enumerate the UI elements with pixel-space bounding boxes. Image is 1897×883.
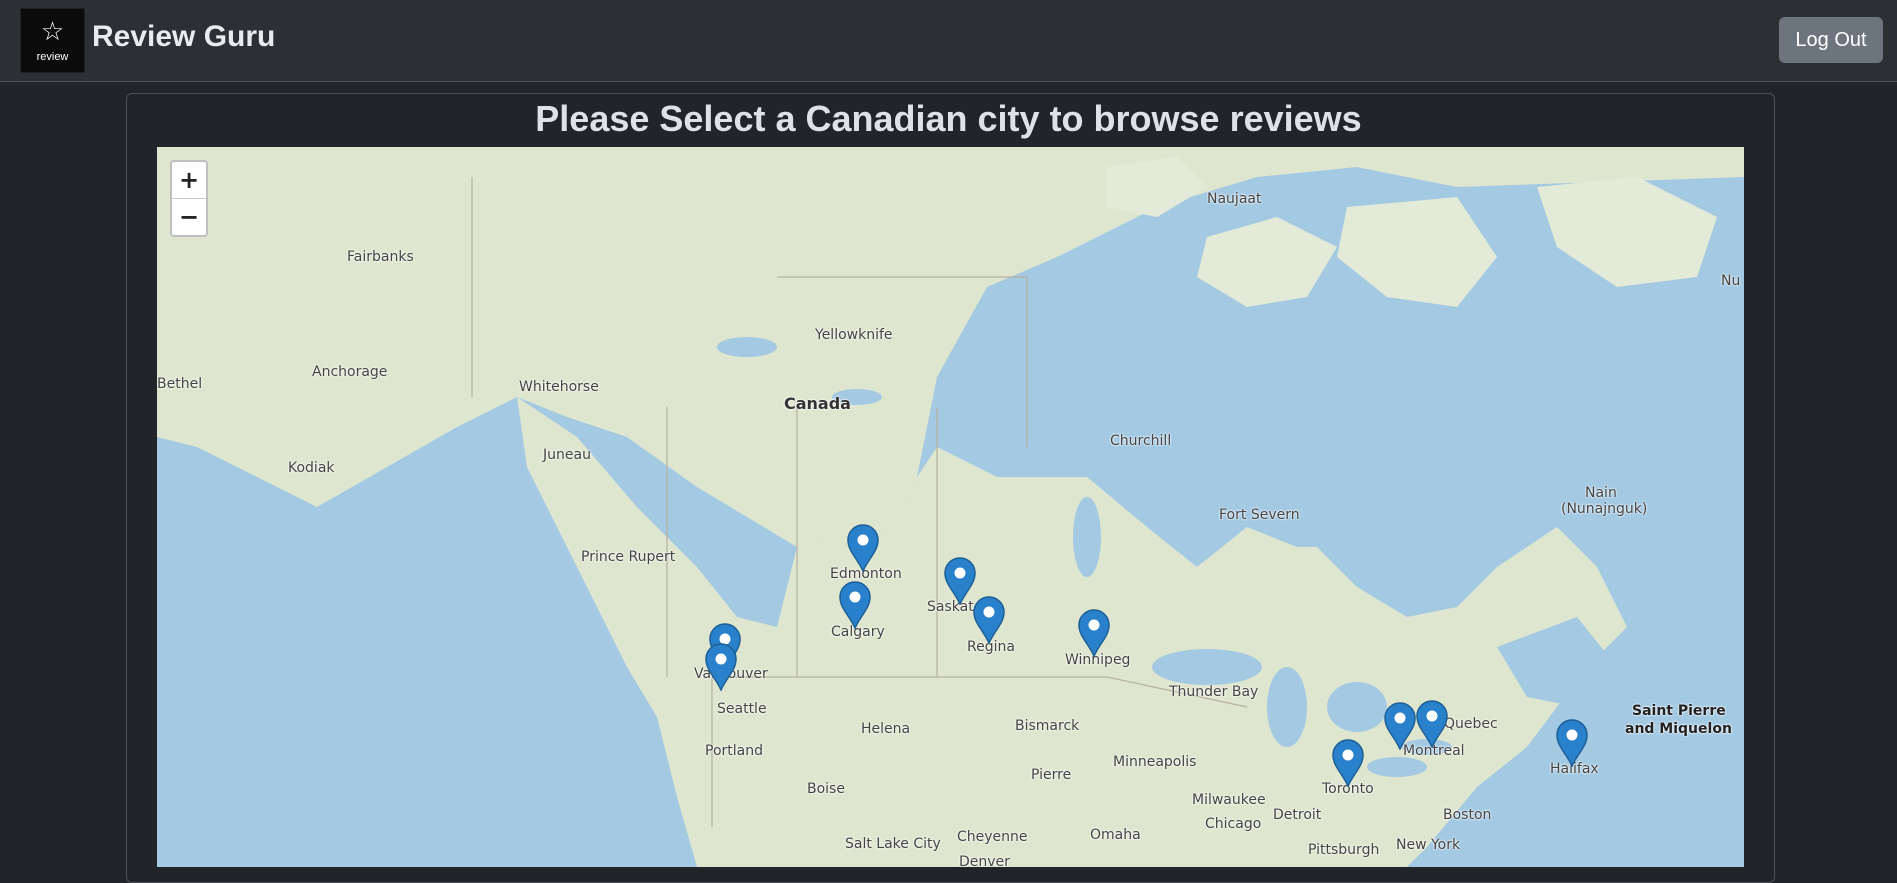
city-marker-ottawa[interactable]	[1383, 702, 1417, 750]
map-label: (Nunajnguk)	[1561, 501, 1648, 517]
map-label: Canada	[784, 394, 851, 413]
map-view[interactable]: + − Naujaat Fairbanks Nu Yellowknife Anc…	[157, 147, 1744, 867]
map-label: Kodiak	[288, 460, 335, 476]
map-label: Fairbanks	[347, 249, 414, 265]
map-label: Bismarck	[1015, 718, 1080, 734]
map-label: Minneapolis	[1113, 754, 1197, 770]
map-label: Thunder Bay	[1169, 684, 1259, 700]
map-label: Helena	[861, 721, 911, 737]
map-label: Naujaat	[1207, 191, 1262, 207]
map-label: Nu	[1721, 273, 1741, 289]
zoom-in-button[interactable]: +	[172, 162, 206, 199]
map-label: Omaha	[1090, 827, 1141, 843]
page-title: Please Select a Canadian city to browse …	[535, 98, 1362, 139]
map-label: Pittsburgh	[1308, 842, 1380, 858]
star-icon: ☆	[40, 17, 65, 47]
map-label: New York	[1396, 837, 1461, 853]
map-label: Bethel	[157, 376, 203, 392]
map-label: Quebec	[1444, 716, 1498, 732]
city-marker-calgary[interactable]	[838, 581, 872, 629]
map-label: Chicago	[1205, 816, 1262, 832]
city-marker-toronto[interactable]	[1331, 739, 1365, 787]
logout-button[interactable]: Log Out	[1779, 17, 1883, 63]
zoom-out-button[interactable]: −	[172, 199, 206, 235]
city-marker-montreal[interactable]	[1415, 700, 1449, 748]
map-label: Yellowknife	[815, 327, 893, 343]
map-label: Whitehorse	[519, 379, 599, 395]
map-label: Portland	[705, 743, 763, 759]
city-marker-winnipeg[interactable]	[1077, 609, 1111, 657]
map-label: Milwaukee	[1192, 792, 1266, 808]
map-label: Boise	[807, 781, 845, 797]
map-label: Seattle	[717, 701, 767, 717]
city-marker-victoria[interactable]	[704, 643, 738, 691]
city-marker-regina[interactable]	[972, 596, 1006, 644]
map-label: Salt Lake City	[845, 836, 941, 852]
map-label: Boston	[1443, 807, 1492, 823]
zoom-control: + −	[170, 160, 208, 237]
navbar: ☆ review Review Guru Log Out	[0, 0, 1897, 82]
map-label: Fort Severn	[1219, 507, 1300, 523]
app-logo[interactable]: ☆ review	[20, 8, 85, 73]
city-marker-edmonton[interactable]	[846, 524, 880, 572]
map-label: Pierre	[1031, 767, 1072, 783]
map-label: and Miquelon	[1625, 721, 1732, 737]
logo-text: review	[36, 51, 69, 63]
map-label: Cheyenne	[957, 829, 1028, 845]
brand-name[interactable]: Review Guru	[92, 20, 275, 54]
map-label: Nain	[1585, 485, 1617, 501]
city-marker-halifax[interactable]	[1555, 719, 1589, 767]
map-label: Anchorage	[312, 364, 388, 380]
map-label: Churchill	[1110, 433, 1172, 449]
map-label: Detroit	[1273, 807, 1322, 823]
map-label: Prince Rupert	[581, 549, 676, 565]
map-label: Juneau	[543, 447, 591, 463]
map-label: Denver	[959, 854, 1010, 867]
map-label: Saint Pierre	[1632, 703, 1726, 719]
